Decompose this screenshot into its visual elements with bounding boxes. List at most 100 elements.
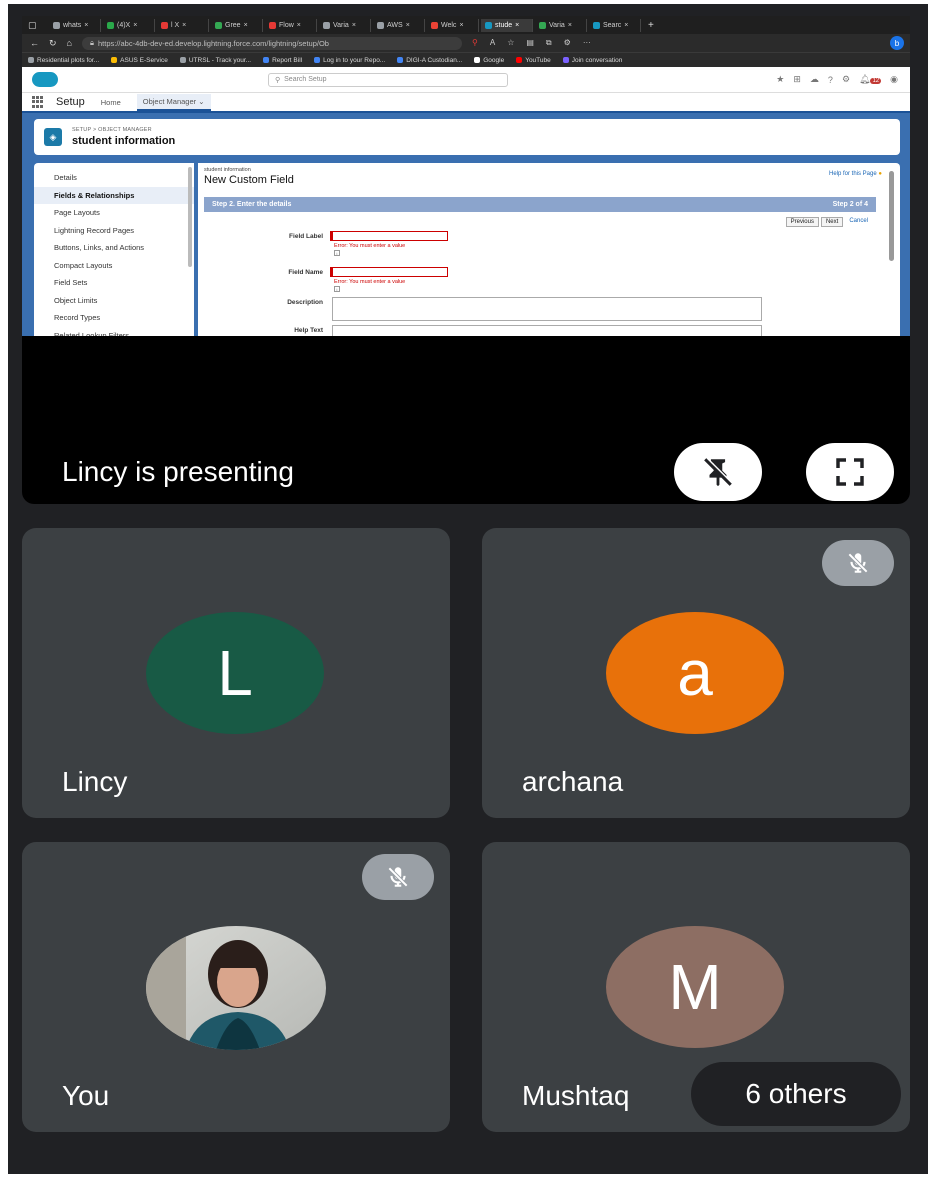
sidebar-item: Related Lookup Filters	[54, 330, 130, 337]
fullscreen-button[interactable]	[806, 443, 894, 501]
presentation-tile[interactable]: ▢ whats × (4)X × l X × Gree × Flow × Varia × AWS × Wel…	[22, 16, 910, 504]
tab-favicon-icon	[215, 21, 222, 29]
bookmark-favicon-icon	[562, 57, 569, 63]
help-icon: ?	[827, 74, 833, 85]
bookmark-label: Log in to your Repo...	[323, 56, 386, 64]
step-count: Step 2 of 4	[832, 201, 868, 208]
mic-off-icon	[848, 553, 868, 573]
tab-close-icon: ×	[351, 21, 356, 29]
tab-label: Searc	[603, 21, 622, 29]
step-label: Step 2. Enter the details	[212, 201, 292, 208]
bookmark-label: ASUS E-Service	[120, 56, 168, 64]
fullscreen-icon	[836, 458, 864, 486]
bing-icon: b	[890, 36, 904, 50]
nav-tab-home: Home	[100, 97, 121, 107]
description-textarea	[332, 297, 762, 321]
bookmark-favicon-icon	[397, 57, 404, 63]
home-icon: ⌂	[66, 38, 72, 48]
sidebar-item: Object Limits	[54, 295, 98, 305]
help-text-textarea	[332, 325, 762, 336]
add-icon: ⊞	[793, 74, 801, 84]
tab-favicon-icon	[53, 21, 60, 29]
others-button[interactable]: 6 others	[691, 1062, 901, 1126]
sidebar-item: Field Sets	[54, 278, 88, 287]
toolbar-icons: ⚲ A ☆ ▤ ⧉ ⚙ ···	[472, 38, 591, 48]
tab-favicon-icon	[269, 21, 276, 29]
object-header: ◈ SETUP > OBJECT MANAGER student informa…	[34, 119, 900, 155]
field-name-error: Error: You must enter a value	[334, 279, 406, 285]
chevron-down-icon: ⌄	[198, 96, 205, 106]
salesforce-body: ◈ SETUP > OBJECT MANAGER student informa…	[22, 113, 910, 336]
browser-tab: Gree ×	[211, 18, 263, 32]
participant-tile-archana[interactable]: a archana	[482, 528, 910, 818]
field-label-error: Error: You must enter a value	[334, 243, 406, 249]
back-icon: ←	[30, 38, 39, 48]
bookmark-favicon-icon	[111, 57, 118, 63]
unpin-button[interactable]	[674, 443, 762, 501]
nav-tab-object-manager-label: Object Manager	[142, 96, 197, 106]
participant-name: archana	[522, 766, 624, 797]
salesforce-nav: Setup Home Object Manager ⌄	[22, 93, 910, 113]
help-link: Help for this Page ●	[829, 171, 882, 177]
previous-button: Previous	[785, 217, 819, 227]
bookmark-item: Log in to your Repo...	[314, 57, 385, 64]
bookmark-item: Residential plots for...	[28, 57, 99, 64]
participant-name: Mushtaq	[522, 1080, 630, 1111]
tab-close-icon: ×	[624, 21, 629, 29]
more-icon: ···	[582, 38, 591, 47]
browser-tab: Welc ×	[427, 18, 479, 32]
breadcrumb: SETUP > OBJECT MANAGER	[72, 127, 152, 133]
tab-close-icon: ×	[243, 21, 248, 29]
browser-tab: Varia ×	[319, 18, 371, 32]
mic-off-indicator	[362, 854, 434, 900]
tab-label: Varia	[549, 21, 565, 29]
avatar-initial: a	[677, 637, 713, 709]
participant-tile-you[interactable]: You	[22, 842, 450, 1132]
bookmark-item: Report Bill	[263, 57, 302, 64]
tab-favicon-icon	[593, 21, 600, 29]
object-layers-icon: ◈	[44, 128, 62, 146]
tab-label: Gree	[225, 21, 241, 29]
bookmark-label: Join conversation	[571, 56, 623, 64]
bookmark-label: Report Bill	[272, 56, 303, 64]
bookmark-label: UTRSL - Track your...	[188, 56, 252, 64]
field-label-row: Field Label Error: You must enter a valu…	[198, 231, 878, 263]
nav-tab-object-manager: Object Manager ⌄	[136, 93, 211, 111]
bookmark-favicon-icon	[474, 57, 481, 63]
favorites-icon: ★	[776, 74, 785, 84]
participant-tile-lincy[interactable]: L Lincy	[22, 528, 450, 818]
setup-gear-icon: ⚙	[841, 74, 851, 84]
object-name: student information	[72, 135, 176, 147]
meet-app-frame: ▢ whats × (4)X × l X × Gree × Flow × Varia × AWS × Wel…	[8, 4, 928, 1174]
help-info-icon: ●	[878, 171, 882, 177]
tab-close-icon: ×	[84, 21, 89, 29]
split-screen-icon: ▤	[526, 38, 534, 47]
main-scrollbar	[889, 171, 894, 261]
favorite-icon: ☆	[507, 38, 515, 47]
url-field: 🔒︎ https://abc-4db-dev-ed.develop.lightni…	[81, 36, 462, 50]
sidebar-item: Buttons, Links, and Actions	[54, 243, 145, 252]
tab-close-icon: ×	[459, 21, 464, 29]
sidebar-item: Fields & Relationships	[34, 186, 194, 204]
tab-favicon-icon	[431, 21, 438, 29]
bookmark-item: YouTube	[516, 57, 551, 64]
tab-close-icon: ×	[182, 21, 187, 29]
tab-favicon-icon	[107, 21, 114, 29]
lock-icon: 🔒︎	[89, 38, 94, 47]
new-tab-icon: +	[648, 19, 654, 31]
search-icon: ⚲	[275, 76, 281, 84]
avatar-initial: M	[668, 951, 722, 1023]
tab-close-icon: ×	[405, 21, 410, 29]
page-title: New Custom Field	[204, 174, 294, 186]
bookmark-favicon-icon	[28, 57, 34, 63]
bookmarks-bar: Residential plots for... ASUS E-Service UT…	[22, 52, 910, 67]
bookmark-item: Join conversation	[562, 56, 623, 64]
description-label: Description	[287, 299, 323, 306]
browser-tab-bar: ▢ whats × (4)X × l X × Gree × Flow × Varia × AWS × Wel…	[22, 16, 910, 34]
extensions-icon: ⚙	[563, 38, 571, 47]
search-placeholder: Search Setup	[284, 76, 327, 83]
profile-photo	[146, 926, 326, 1050]
mic-off-indicator	[822, 540, 894, 586]
setup-search-input: ⚲ Search Setup	[268, 72, 508, 87]
user-avatar-icon: ◉	[890, 74, 898, 84]
